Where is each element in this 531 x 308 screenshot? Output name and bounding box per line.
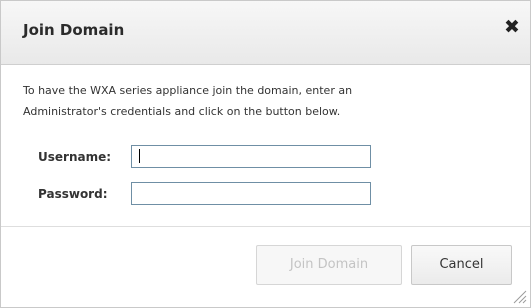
- resize-grip-icon[interactable]: [511, 288, 527, 304]
- message-line-1: To have the WXA series appliance join th…: [23, 84, 353, 97]
- dialog-message: To have the WXA series appliance join th…: [23, 80, 483, 122]
- text-cursor: [139, 149, 140, 163]
- join-domain-dialog: Join Domain ✖ To have the WXA series app…: [0, 0, 531, 308]
- cancel-button[interactable]: Cancel: [411, 245, 512, 285]
- close-icon[interactable]: ✖: [501, 16, 523, 38]
- username-label: Username:: [38, 150, 112, 164]
- message-line-2: Administrator's credentials and click on…: [23, 105, 341, 118]
- password-field[interactable]: [131, 182, 371, 205]
- username-field[interactable]: [131, 145, 371, 168]
- dialog-titlebar[interactable]: Join Domain ✖: [1, 1, 530, 65]
- join-domain-button[interactable]: Join Domain: [256, 245, 402, 285]
- footer-divider: [1, 226, 530, 227]
- password-label: Password:: [38, 187, 108, 201]
- dialog-title: Join Domain: [23, 21, 125, 39]
